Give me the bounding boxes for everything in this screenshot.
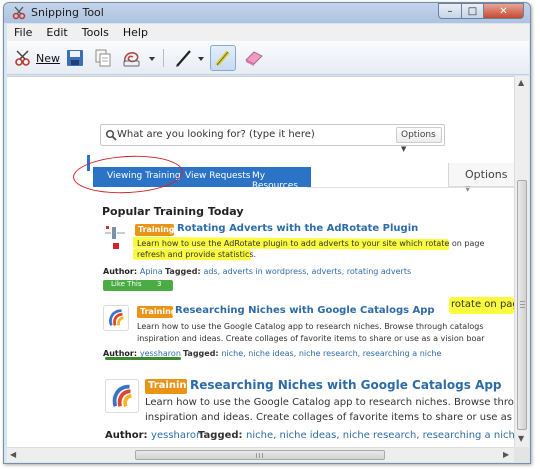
- like-button[interactable]: Like This 3: [103, 280, 173, 291]
- tab-my-resources[interactable]: My Resources: [252, 171, 311, 191]
- minimize-icon: –: [447, 5, 453, 17]
- eraser-icon: [245, 51, 263, 66]
- tags-links[interactable]: niche, niche ideas, niche research, rese…: [221, 349, 441, 358]
- menu-tools[interactable]: Tools: [75, 26, 116, 39]
- search-icon: [106, 130, 117, 141]
- close-icon: ✕: [499, 5, 508, 17]
- send-snip-button[interactable]: [121, 47, 143, 69]
- snipping-tool-window: Snipping Tool – □ ✕ File Edit Tools Help…: [3, 2, 531, 464]
- right-options-label: Options: [465, 168, 508, 181]
- search-options-label: Options: [401, 130, 436, 140]
- chevron-down-icon: [198, 57, 204, 61]
- toolbar: New: [7, 41, 529, 75]
- training-badge: Training: [135, 224, 175, 236]
- scroll-corner: [514, 447, 529, 462]
- cropped-snip-text: rotate on page: [451, 299, 514, 310]
- tab-view-requests[interactable]: View Requests: [185, 171, 250, 181]
- google-catalogs-thumbnail-icon: [105, 379, 139, 413]
- author-link[interactable]: yessharon: [151, 430, 202, 441]
- author-label: Author:: [103, 267, 138, 276]
- new-snip-label: New: [36, 51, 60, 65]
- chevron-down-icon: ▼: [401, 145, 407, 153]
- copy-button[interactable]: [93, 47, 113, 69]
- menu-edit[interactable]: Edit: [39, 26, 74, 39]
- menu-help[interactable]: Help: [116, 26, 155, 39]
- training-description: Learn how to use the Google Catalog app …: [145, 397, 514, 408]
- green-underline-annotation: [105, 357, 181, 360]
- scroll-left-icon[interactable]: ◀: [10, 450, 16, 459]
- search-options-button[interactable]: Options ▼: [396, 127, 442, 153]
- menu-file[interactable]: File: [7, 26, 39, 39]
- maximize-icon: □: [467, 5, 478, 17]
- vertical-scroll-thumb[interactable]: [517, 180, 527, 430]
- google-catalogs-thumbnail-icon: [103, 305, 129, 331]
- menu-bar: File Edit Tools Help: [7, 24, 529, 41]
- like-count: 3: [157, 280, 162, 288]
- window-title: Snipping Tool: [31, 6, 104, 19]
- tags-links[interactable]: ads, adverts in wordpress, adverts, rota…: [203, 267, 411, 276]
- tags-links[interactable]: niche, niche ideas, niche research, rese…: [246, 430, 514, 441]
- new-snip-button[interactable]: New: [13, 47, 60, 69]
- toolbar-separator: [163, 49, 164, 67]
- search-field[interactable]: What are you looking for? (type it here)…: [100, 124, 445, 153]
- training-description: Learn how to use the Google Catalog app …: [137, 322, 484, 331]
- snip-canvas: What are you looking for? (type it here)…: [7, 76, 514, 447]
- horizontal-scrollbar[interactable]: ◀ ▶: [7, 447, 514, 462]
- scroll-up-icon[interactable]: ▲: [518, 78, 524, 87]
- new-snip-icon: [15, 50, 30, 66]
- highlighter-button[interactable]: [210, 45, 236, 71]
- pen-dropdown[interactable]: [196, 47, 206, 69]
- author-row: Author: Apina: [103, 267, 163, 276]
- send-dropdown[interactable]: [147, 47, 157, 69]
- scissors-icon: [12, 6, 26, 20]
- close-button[interactable]: ✕: [484, 3, 524, 19]
- training-title-link[interactable]: Researching Niches with Google Catalogs …: [175, 305, 435, 316]
- author-label: Author:: [105, 430, 148, 441]
- tags-row: Tagged: niche, niche ideas, niche resear…: [183, 349, 441, 358]
- chevron-down-icon: [149, 57, 155, 61]
- scroll-right-icon[interactable]: ▶: [503, 450, 509, 459]
- save-icon: [67, 50, 83, 66]
- author-link[interactable]: Apina: [140, 267, 163, 276]
- tagged-label: Tagged:: [165, 267, 201, 276]
- training-description: refresh and provide statistics.: [137, 250, 257, 259]
- divider: [307, 187, 514, 188]
- tagged-label: Tagged:: [183, 349, 219, 358]
- highlighter-icon: [215, 50, 230, 67]
- training-title-link[interactable]: Researching Niches with Google Catalogs …: [190, 378, 502, 392]
- copy-icon: [95, 49, 111, 67]
- like-label: Like This: [111, 280, 142, 288]
- send-snip-icon: [123, 52, 140, 67]
- eraser-button[interactable]: [243, 47, 265, 69]
- author-row: Author: yessharon: [105, 430, 202, 441]
- training-description: Learn how to use the AdRotate plugin to …: [137, 239, 485, 248]
- title-bar[interactable]: Snipping Tool – □ ✕: [4, 3, 530, 23]
- pen-icon: [176, 50, 191, 67]
- horizontal-scroll-thumb[interactable]: [135, 450, 385, 460]
- training-badge: Training: [137, 306, 177, 318]
- adrotate-thumbnail-icon: [103, 223, 131, 257]
- tags-row: Tagged: ads, adverts in wordpress, adver…: [165, 267, 411, 276]
- vertical-scrollbar[interactable]: ▲ ▼: [514, 76, 529, 447]
- tagged-label: Tagged:: [198, 430, 243, 441]
- scroll-down-icon[interactable]: ▼: [518, 434, 524, 443]
- save-button[interactable]: [65, 47, 85, 69]
- pen-button[interactable]: [173, 47, 195, 69]
- training-title-link[interactable]: Rotating Adverts with the AdRotate Plugi…: [177, 223, 418, 234]
- right-options-button[interactable]: Options ▼: [448, 163, 514, 193]
- minimize-button[interactable]: –: [438, 3, 462, 19]
- tags-row: Tagged: niche, niche ideas, niche resear…: [198, 430, 514, 441]
- training-badge: Training: [145, 379, 194, 394]
- training-description: inspiration and ideas. Create collages o…: [145, 412, 514, 423]
- training-description: inspiration and ideas. Create collages o…: [137, 334, 485, 343]
- maximize-button[interactable]: □: [462, 3, 484, 19]
- search-placeholder: What are you looking for? (type it here): [117, 129, 315, 140]
- section-title: Popular Training Today: [102, 205, 244, 218]
